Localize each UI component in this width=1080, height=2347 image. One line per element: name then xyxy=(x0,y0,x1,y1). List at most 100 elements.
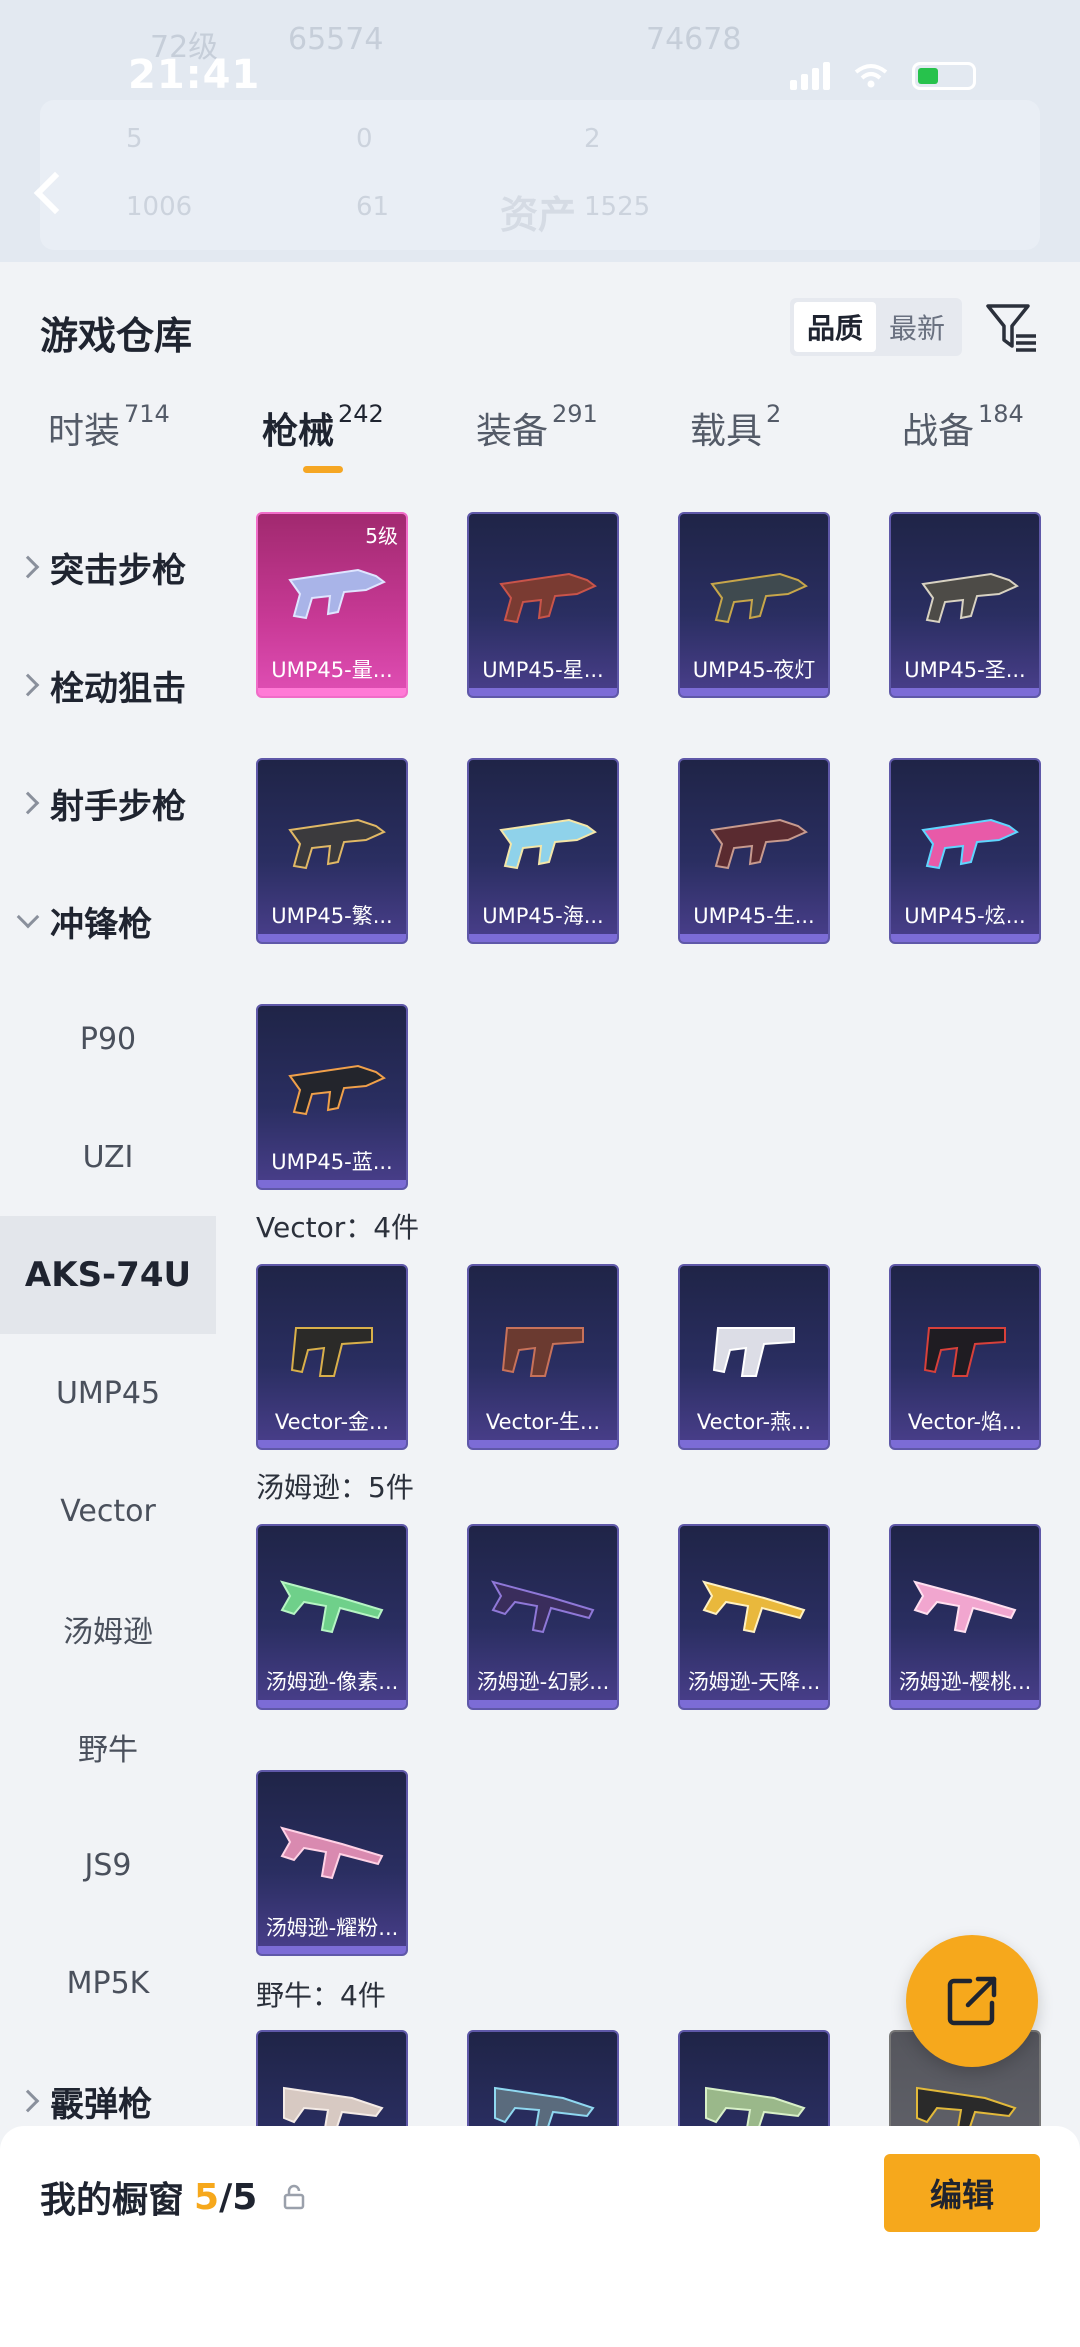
category-label: 冲锋枪 xyxy=(50,904,152,945)
subcategory-thompson[interactable]: 汤姆逊 xyxy=(0,1570,216,1688)
smg-icon xyxy=(501,1327,584,1377)
status-icons xyxy=(790,62,976,90)
smg-icon xyxy=(499,572,597,624)
rarity-bar xyxy=(680,1440,828,1448)
tab-label: 战备 xyxy=(902,411,975,452)
subcategory-js9[interactable]: JS9 xyxy=(0,1806,216,1924)
skin-card[interactable] xyxy=(256,2030,408,2128)
smg-icon xyxy=(916,2086,1017,2128)
rarity-bar xyxy=(469,1440,617,1448)
skin-card[interactable]: 5级 UMP45-量... xyxy=(256,512,408,698)
skin-card[interactable]: UMP45-夜灯 xyxy=(678,512,830,698)
sort-quality-option[interactable]: 品质 xyxy=(794,302,876,352)
skin-card[interactable]: 汤姆逊-樱桃... xyxy=(889,1524,1041,1710)
signal-icon xyxy=(790,62,830,90)
skin-card[interactable]: 汤姆逊-像素... xyxy=(256,1524,408,1710)
background-profile-header: 72级 65574 74678 5 0 2 1006 61 资产 1525 21… xyxy=(0,0,1080,262)
skin-card[interactable]: 汤姆逊-幻影... xyxy=(467,1524,619,1710)
skin-name: UMP45-炫... xyxy=(904,904,1026,928)
category-label: 霰弹枪 xyxy=(50,2084,152,2125)
skin-name: UMP45-繁... xyxy=(271,904,393,928)
tab-label: 时装 xyxy=(48,411,121,452)
skin-card[interactable]: UMP45-繁... xyxy=(256,758,408,944)
share-button[interactable] xyxy=(906,1935,1038,2067)
category-label: 突击步枪 xyxy=(50,550,186,591)
skin-card[interactable]: UMP45-炫... xyxy=(889,758,1041,944)
skin-card[interactable]: Vector-金... xyxy=(256,1264,408,1450)
rarity-bar xyxy=(258,1700,406,1708)
subcategory-mp5k[interactable]: MP5K xyxy=(0,1924,216,2042)
tab-supplies[interactable]: 战备 184 xyxy=(902,400,1024,508)
tab-count: 291 xyxy=(552,400,598,428)
skin-card[interactable]: UMP45-海... xyxy=(467,758,619,944)
bg-stat: 0 xyxy=(356,124,373,154)
bg-number: 65574 xyxy=(288,22,384,57)
tab-count: 242 xyxy=(338,400,384,428)
rarity-bar xyxy=(258,934,406,942)
skin-card[interactable] xyxy=(467,2030,619,2128)
rarity-bar xyxy=(680,688,828,696)
subcategory-vector[interactable]: Vector xyxy=(0,1452,216,1570)
subcategory-p90[interactable]: P90 xyxy=(0,980,216,1098)
skin-card[interactable]: 汤姆逊-天降... xyxy=(678,1524,830,1710)
category-bolt-sniper[interactable]: 栓动狙击 xyxy=(0,626,216,744)
skin-card[interactable] xyxy=(678,2030,830,2128)
smg-icon xyxy=(712,1327,795,1377)
category-label: 栓动狙击 xyxy=(50,668,186,709)
category-assault-rifle[interactable]: 突击步枪 xyxy=(0,508,216,626)
filter-icon[interactable] xyxy=(984,300,1040,356)
subcategory-ump45[interactable]: UMP45 xyxy=(0,1334,216,1452)
showcase-title: 我的橱窗 xyxy=(40,2180,185,2221)
category-smg[interactable]: 冲锋枪 xyxy=(0,862,216,980)
skin-name: UMP45-量... xyxy=(271,658,393,682)
group-label-bizon: 野牛：4件 xyxy=(256,1979,386,2012)
active-tab-indicator xyxy=(302,466,343,473)
group-label-thompson: 汤姆逊：5件 xyxy=(256,1471,414,1504)
skin-card[interactable]: Vector-燕... xyxy=(678,1264,830,1450)
rarity-bar xyxy=(891,1700,1039,1708)
skin-name: 汤姆逊-像素... xyxy=(265,1670,399,1694)
category-marksman-rifle[interactable]: 射手步枪 xyxy=(0,744,216,862)
smg-icon xyxy=(921,572,1019,624)
skin-card[interactable]: UMP45-生... xyxy=(678,758,830,944)
bg-stat: 2 xyxy=(584,124,601,154)
tab-label: 载具 xyxy=(690,411,763,452)
smg-icon xyxy=(705,2086,806,2128)
rarity-bar xyxy=(258,688,406,696)
rarity-bar xyxy=(258,1180,406,1188)
warehouse-sheet: 游戏仓库 品质 最新 时装 714 枪械 242 装备 291 载具 2 战备 184 突 xyxy=(0,262,1080,2347)
group-label-vector: Vector：4件 xyxy=(256,1211,420,1244)
weapon-category-sidebar: 突击步枪 栓动狙击 射手步枪 冲锋枪 P90 UZI AKS-74U UMP45… xyxy=(0,508,216,2347)
tab-fashion[interactable]: 时装 714 xyxy=(48,400,170,508)
skin-card[interactable]: UMP45-蓝... xyxy=(256,1004,408,1190)
smg-icon xyxy=(923,1327,1006,1377)
skin-card[interactable]: Vector-焰... xyxy=(889,1264,1041,1450)
tab-vehicles[interactable]: 载具 2 xyxy=(690,400,781,508)
skin-name: Vector-焰... xyxy=(907,1410,1023,1434)
rifle-icon xyxy=(912,1580,1017,1634)
tab-firearms[interactable]: 枪械 242 xyxy=(262,400,384,508)
skin-card[interactable]: UMP45-星... xyxy=(467,512,619,698)
skin-card[interactable]: UMP45-圣... xyxy=(889,512,1041,698)
weapon-skin-grid: 5级 UMP45-量... UMP45-星... UMP45-夜灯 UMP45-… xyxy=(216,508,1080,2128)
battery-icon xyxy=(912,62,976,90)
chevron-right-icon xyxy=(16,555,40,579)
edit-button[interactable]: 编辑 xyxy=(884,2154,1040,2232)
skin-name: UMP45-夜灯 xyxy=(692,658,816,682)
skin-card[interactable]: 汤姆逊-耀粉... xyxy=(256,1770,408,1956)
skin-name: UMP45-圣... xyxy=(904,658,1026,682)
tab-equipment[interactable]: 装备 291 xyxy=(476,400,598,508)
rifle-icon xyxy=(490,1580,595,1634)
showcase-bar: 我的橱窗 5 /5 编辑 xyxy=(0,2126,1080,2347)
wifi-icon xyxy=(854,64,888,88)
subcategory-aks74u[interactable]: AKS-74U xyxy=(0,1216,216,1334)
skin-name: Vector-生... xyxy=(485,1410,601,1434)
subcategory-bizon[interactable]: 野牛 xyxy=(0,1688,216,1806)
sort-newest-option[interactable]: 最新 xyxy=(876,302,958,352)
tab-label: 装备 xyxy=(476,411,549,452)
bg-stat: 61 xyxy=(356,192,390,222)
smg-icon xyxy=(288,568,386,620)
subcategory-uzi[interactable]: UZI xyxy=(0,1098,216,1216)
skin-card[interactable]: Vector-生... xyxy=(467,1264,619,1450)
smg-icon xyxy=(288,1064,386,1116)
